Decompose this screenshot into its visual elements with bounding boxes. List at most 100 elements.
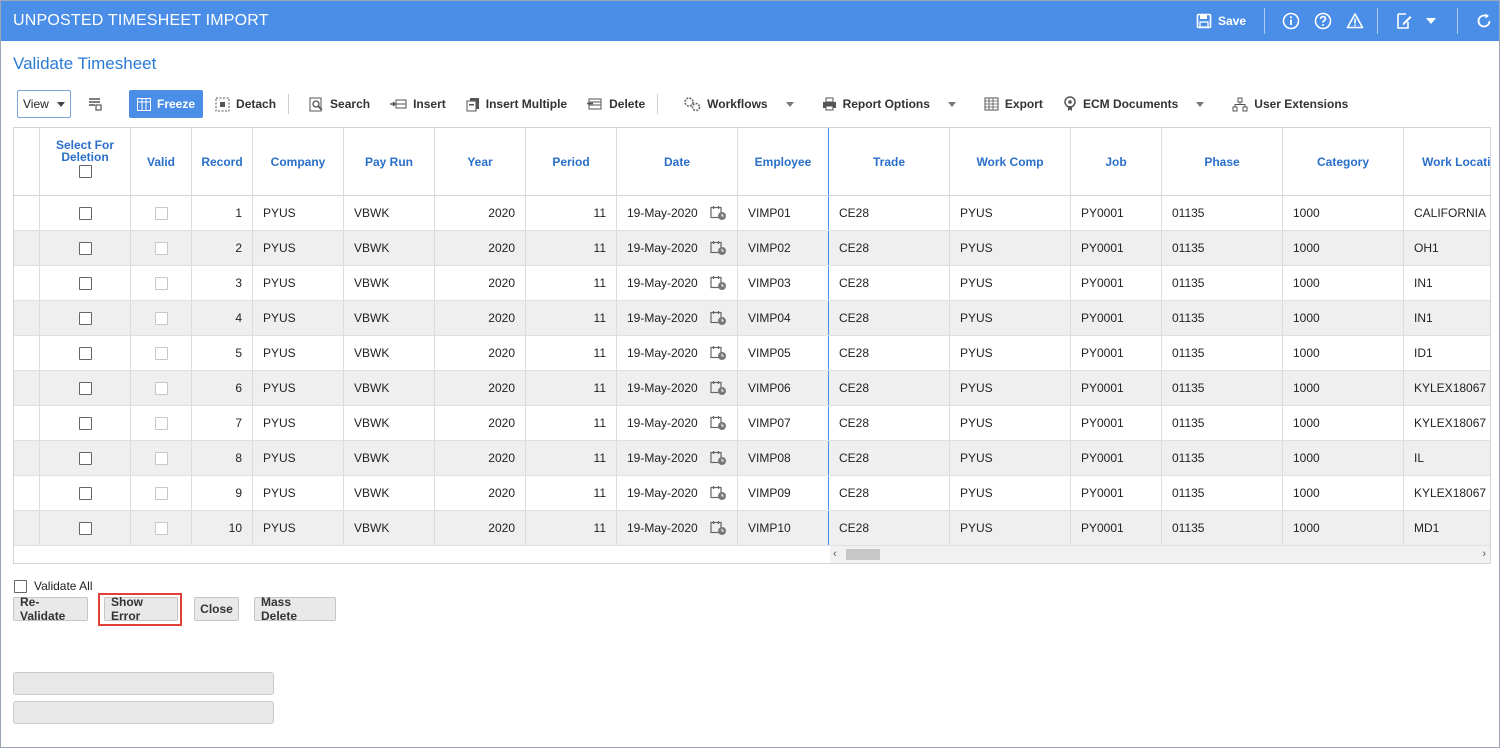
cell-work-comp[interactable]: PYUS [950,406,1071,440]
refresh-icon[interactable] [1475,12,1493,30]
calendar-clock-icon[interactable] [710,310,727,326]
cell-work-location[interactable]: IL [1404,441,1490,475]
cell-select-for-deletion[interactable] [40,196,131,230]
cell-period[interactable]: 11 [526,371,617,405]
cell-select-for-deletion[interactable] [40,231,131,265]
column-header-work-location[interactable]: Work Locati [1404,128,1490,195]
row-handle[interactable] [14,406,40,440]
cell-year[interactable]: 2020 [435,406,526,440]
cell-record[interactable]: 7 [192,406,253,440]
table-row[interactable]: 1 PYUS VBWK 2020 11 19-May-2020 VIMP01 CE28 PYUS… [14,196,1490,231]
cell-employee[interactable]: VIMP07 [738,406,829,440]
column-header-phase[interactable]: Phase [1162,128,1283,195]
calendar-clock-icon[interactable] [710,205,727,221]
row-handle[interactable] [14,301,40,335]
cell-pay-run[interactable]: VBWK [344,301,435,335]
cell-job[interactable]: PY0001 [1071,406,1162,440]
calendar-clock-icon[interactable] [710,345,727,361]
select-for-deletion-checkbox[interactable] [78,416,92,430]
cell-phase[interactable]: 01135 [1162,371,1283,405]
select-for-deletion-checkbox[interactable] [78,381,92,395]
view-dropdown[interactable]: View [17,90,71,118]
cell-work-location[interactable]: KYLEX18067 [1404,406,1490,440]
cell-date[interactable]: 19-May-2020 [617,511,738,545]
cell-category[interactable]: 1000 [1283,476,1404,510]
cell-pay-run[interactable]: VBWK [344,266,435,300]
cell-pay-run[interactable]: VBWK [344,336,435,370]
cell-work-location[interactable]: KYLEX18067 [1404,476,1490,510]
cell-category[interactable]: 1000 [1283,196,1404,230]
info-icon[interactable] [1282,12,1300,30]
cell-date[interactable]: 19-May-2020 [617,301,738,335]
detach-button[interactable]: Detach [207,90,284,118]
table-row[interactable]: 6 PYUS VBWK 2020 11 19-May-2020 VIMP06 CE28 PYUS… [14,371,1490,406]
save-button[interactable]: Save [1196,13,1246,29]
row-handle[interactable] [14,511,40,545]
cell-company[interactable]: PYUS [253,406,344,440]
cell-job[interactable]: PY0001 [1071,266,1162,300]
calendar-clock-icon[interactable] [710,275,727,291]
cell-work-location[interactable]: CALIFORNIA [1404,196,1490,230]
cell-job[interactable]: PY0001 [1071,441,1162,475]
column-header-year[interactable]: Year [435,128,526,195]
cell-period[interactable]: 11 [526,336,617,370]
select-for-deletion-checkbox[interactable] [78,241,92,255]
cell-company[interactable]: PYUS [253,301,344,335]
cell-select-for-deletion[interactable] [40,476,131,510]
cell-year[interactable]: 2020 [435,441,526,475]
cell-trade[interactable]: CE28 [829,441,950,475]
row-handle[interactable] [14,371,40,405]
mass-delete-button[interactable]: Mass Delete [254,595,336,623]
chevron-right-icon[interactable]: › [1482,549,1486,560]
cell-employee[interactable]: VIMP08 [738,441,829,475]
cell-trade[interactable]: CE28 [829,406,950,440]
cell-date[interactable]: 19-May-2020 [617,406,738,440]
cell-work-comp[interactable]: PYUS [950,196,1071,230]
cell-work-comp[interactable]: PYUS [950,266,1071,300]
cell-category[interactable]: 1000 [1283,336,1404,370]
chevron-down-icon[interactable] [1422,12,1440,30]
cell-phase[interactable]: 01135 [1162,406,1283,440]
cell-trade[interactable]: CE28 [829,231,950,265]
column-header-pay-run[interactable]: Pay Run [344,128,435,195]
validate-all-checkbox[interactable] [14,579,27,593]
cell-job[interactable]: PY0001 [1071,301,1162,335]
cell-period[interactable]: 11 [526,511,617,545]
row-handle[interactable] [14,441,40,475]
export-button[interactable]: Export [976,90,1051,118]
table-row[interactable]: 2 PYUS VBWK 2020 11 19-May-2020 VIMP02 CE28 PYUS… [14,231,1490,266]
cell-date[interactable]: 19-May-2020 [617,476,738,510]
calendar-clock-icon[interactable] [710,380,727,396]
cell-period[interactable]: 11 [526,266,617,300]
cell-job[interactable]: PY0001 [1071,511,1162,545]
cell-period[interactable]: 11 [526,476,617,510]
cell-employee[interactable]: VIMP09 [738,476,829,510]
cell-pay-run[interactable]: VBWK [344,511,435,545]
cell-select-for-deletion[interactable] [40,301,131,335]
cell-category[interactable]: 1000 [1283,371,1404,405]
cell-work-comp[interactable]: PYUS [950,371,1071,405]
cell-trade[interactable]: CE28 [829,371,950,405]
cell-record[interactable]: 8 [192,441,253,475]
close-button[interactable]: Close [194,597,239,621]
cell-pay-run[interactable]: VBWK [344,441,435,475]
select-for-deletion-checkbox[interactable] [78,206,92,220]
cell-pay-run[interactable]: VBWK [344,231,435,265]
cell-date[interactable]: 19-May-2020 [617,441,738,475]
row-handle[interactable] [14,476,40,510]
cell-date[interactable]: 19-May-2020 [617,371,738,405]
revalidate-button[interactable]: Re-Validate [13,595,88,623]
cell-record[interactable]: 5 [192,336,253,370]
cell-trade[interactable]: CE28 [829,511,950,545]
cell-work-location[interactable]: MD1 [1404,511,1490,545]
cell-employee[interactable]: VIMP01 [738,196,829,230]
cell-period[interactable]: 11 [526,441,617,475]
cell-company[interactable]: PYUS [253,476,344,510]
cell-period[interactable]: 11 [526,231,617,265]
cell-work-comp[interactable]: PYUS [950,511,1071,545]
cell-company[interactable]: PYUS [253,441,344,475]
cell-company[interactable]: PYUS [253,371,344,405]
cell-period[interactable]: 11 [526,301,617,335]
cell-select-for-deletion[interactable] [40,266,131,300]
cell-phase[interactable]: 01135 [1162,511,1283,545]
